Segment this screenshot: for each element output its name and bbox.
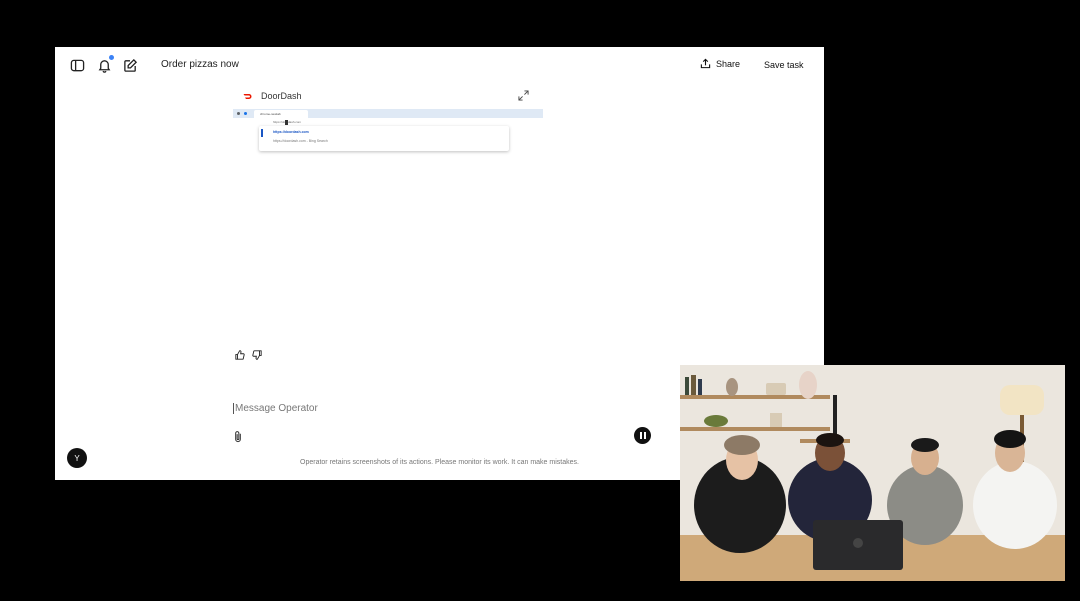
notification-icon[interactable] (96, 55, 114, 73)
save-task-button[interactable]: Save task (764, 60, 804, 70)
address-bar: https://doordash.com (233, 118, 543, 126)
notification-badge (109, 55, 114, 60)
pause-icon (643, 432, 646, 439)
mouse-cursor-icon (285, 120, 288, 125)
sidebar-icon[interactable] (69, 57, 85, 73)
suggestion-item: https://doordash.com (273, 130, 309, 134)
disclaimer-label: Operator retains screenshots of its acti… (300, 459, 579, 466)
doordash-logo-icon (243, 94, 252, 99)
site-label: DoorDash (243, 91, 302, 101)
browser-tab-strip: chrome-newtab (233, 109, 543, 118)
share-icon (700, 58, 711, 69)
address-suggestions: https://doordash.com https://doordash.co… (259, 126, 509, 151)
browser-tab: chrome-newtab (254, 110, 308, 118)
share-label: Share (716, 58, 741, 69)
share-button[interactable]: Share (700, 58, 740, 69)
message-input[interactable] (233, 403, 633, 414)
thumbs-up-icon[interactable] (235, 350, 245, 360)
task-title: Order pizzas now (161, 59, 239, 70)
presenter-video-image (680, 365, 1065, 581)
suggestion-highlight (261, 129, 263, 137)
window-dot (244, 112, 247, 115)
site-name: DoorDash (261, 91, 302, 101)
presenter-video-feed (680, 365, 1065, 581)
thumbs-down-icon[interactable] (252, 350, 262, 360)
edit-icon[interactable] (122, 57, 138, 73)
expand-icon[interactable] (518, 90, 529, 101)
browser-screenshot: chrome-newtab https://doordash.com https… (233, 109, 543, 155)
attach-icon[interactable] (233, 430, 243, 443)
window-dot (237, 112, 240, 115)
pause-icon (639, 432, 642, 439)
suggestion-item: https://doordash.com - Bing Search (273, 139, 328, 143)
pause-button[interactable] (634, 427, 651, 444)
